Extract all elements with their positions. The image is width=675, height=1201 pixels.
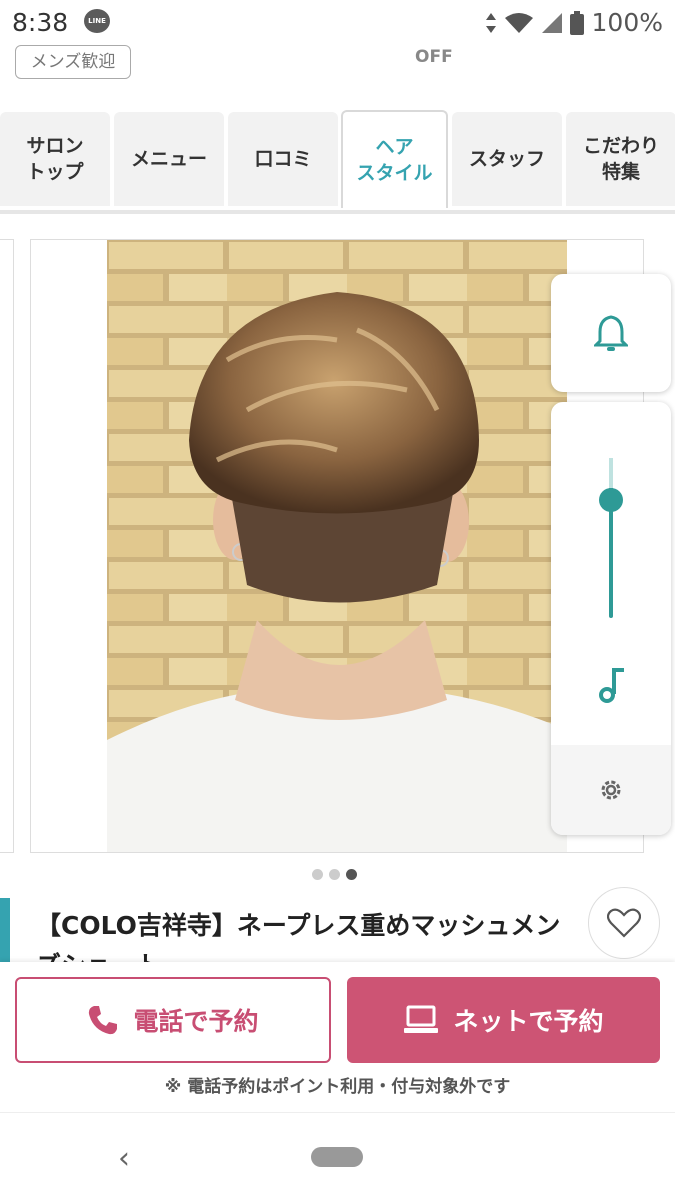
music-note-icon bbox=[599, 668, 624, 703]
volume-panel bbox=[551, 402, 671, 835]
title-accent-bar bbox=[0, 898, 10, 964]
off-label: OFF bbox=[415, 47, 453, 67]
wifi-icon bbox=[504, 12, 533, 33]
tab-features[interactable]: こだわり 特集 bbox=[566, 112, 675, 206]
notification-bell-button[interactable] bbox=[551, 274, 671, 392]
tab-label: こだわり 特集 bbox=[582, 135, 659, 183]
battery-icon bbox=[569, 10, 584, 35]
tab-salon-top[interactable]: サロン トップ bbox=[0, 112, 110, 206]
laptop-icon bbox=[404, 1005, 439, 1033]
sound-settings-button[interactable] bbox=[551, 745, 671, 835]
carousel-pager bbox=[312, 869, 357, 880]
phone-reserve-button[interactable]: 電話で予約 bbox=[15, 977, 331, 1063]
tab-menu[interactable]: メニュー bbox=[114, 112, 224, 206]
tab-hair-style[interactable]: ヘア スタイル bbox=[341, 110, 448, 208]
status-right: 100% bbox=[485, 8, 663, 37]
phone-reserve-label: 電話で予約 bbox=[133, 1007, 259, 1036]
phone-reserve-note: ※ 電話予約はポイント利用・付与対象外です bbox=[164, 1077, 511, 1097]
back-icon[interactable]: ‹ bbox=[118, 1141, 130, 1176]
battery-percent: 100% bbox=[591, 8, 663, 37]
status-bar: 8:38 LINE 100% bbox=[0, 0, 675, 44]
pager-dot[interactable] bbox=[329, 869, 340, 880]
data-arrows-icon bbox=[485, 12, 496, 33]
favorite-button[interactable] bbox=[588, 887, 660, 959]
volume-slider-remaining bbox=[609, 458, 613, 488]
tab-label: メニュー bbox=[130, 148, 207, 170]
previous-style-card[interactable] bbox=[0, 239, 14, 853]
pager-dot[interactable] bbox=[312, 869, 323, 880]
home-pill[interactable] bbox=[311, 1147, 363, 1167]
hairstyle-photo bbox=[107, 240, 567, 852]
net-reserve-button[interactable]: ネットで予約 bbox=[347, 977, 660, 1063]
status-time: 8:38 bbox=[12, 8, 69, 37]
tab-label: サロン トップ bbox=[26, 135, 84, 183]
booking-bar: 電話で予約 ネットで予約 ※ 電話予約はポイント利用・付与対象外です bbox=[0, 962, 675, 1112]
salon-tabs: サロン トップ メニュー 口コミ ヘア スタイル スタッフ こだわり 特集 bbox=[0, 110, 675, 214]
tab-label: ヘア スタイル bbox=[356, 136, 433, 184]
tab-staff[interactable]: スタッフ bbox=[452, 112, 562, 206]
tab-reviews[interactable]: 口コミ bbox=[228, 112, 338, 206]
pager-dot-active[interactable] bbox=[346, 869, 357, 880]
net-reserve-label: ネットで予約 bbox=[453, 1007, 604, 1036]
gear-icon bbox=[601, 780, 621, 800]
heart-icon bbox=[607, 908, 641, 938]
bell-icon bbox=[594, 315, 628, 351]
line-app-icon: LINE bbox=[84, 9, 110, 33]
mens-welcome-tag: メンズ歓迎 bbox=[15, 45, 131, 79]
system-nav-bar: ‹ bbox=[0, 1112, 675, 1201]
volume-slider-thumb[interactable] bbox=[599, 488, 623, 512]
tab-label: 口コミ bbox=[254, 148, 312, 170]
phone-icon bbox=[89, 1006, 118, 1035]
signal-icon bbox=[541, 12, 562, 33]
tab-label: スタッフ bbox=[468, 148, 545, 170]
